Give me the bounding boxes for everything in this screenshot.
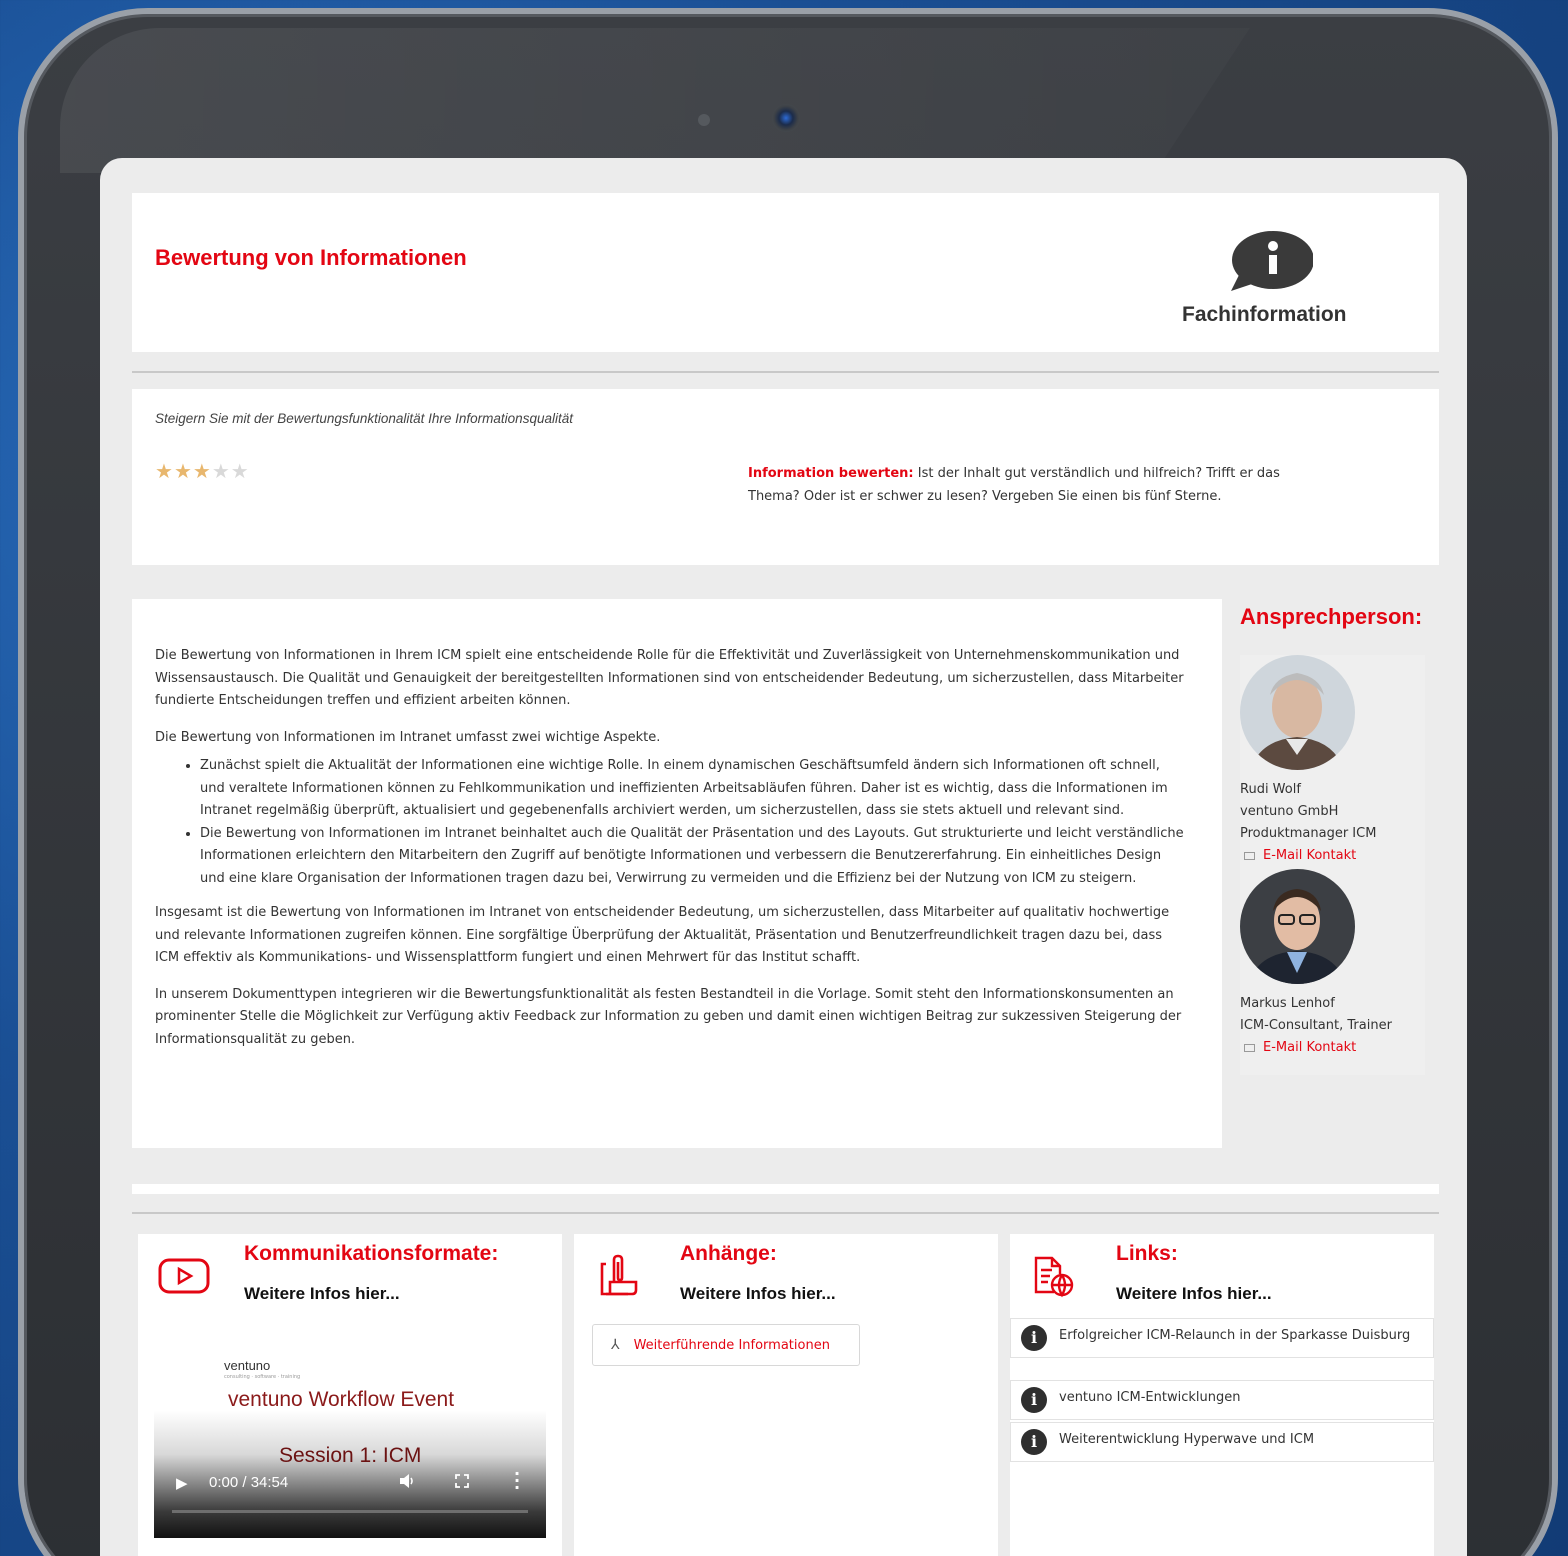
email-contact-link[interactable]: E-Mail Kontakt	[1244, 1037, 1356, 1059]
info-icon: i	[1021, 1387, 1047, 1413]
star-1[interactable]: ★	[155, 459, 174, 483]
star-rating[interactable]: ★★★★★	[155, 459, 250, 483]
star-5[interactable]: ★	[231, 459, 250, 483]
video-play-icon	[158, 1258, 210, 1298]
contact-name: Rudi Wolf	[1240, 782, 1301, 797]
article-panel: Die Bewertung von Informationen in Ihrem…	[132, 599, 1222, 1148]
info-icon: i	[1021, 1429, 1047, 1455]
fullscreen-icon[interactable]	[454, 1473, 470, 1493]
mail-icon	[1244, 1044, 1255, 1052]
video-time: 0:00 / 34:54	[209, 1474, 289, 1491]
article-paragraph: Die Bewertung von Informationen im Intra…	[155, 729, 661, 745]
attachments-panel: Anhänge: Weitere Infos hier... ⅄ Weiterf…	[574, 1234, 998, 1556]
header-panel: Bewertung von Informationen Fachinformat…	[132, 193, 1439, 352]
screen: Bewertung von Informationen Fachinformat…	[100, 158, 1467, 1556]
email-contact-label: E-Mail Kontakt	[1263, 848, 1357, 863]
avatar-rudi-wolf	[1240, 655, 1355, 770]
video-brand-tagline: consulting · software · training	[224, 1374, 301, 1380]
list-item: Die Bewertung von Informationen im Intra…	[200, 823, 1185, 891]
article-paragraph: In unserem Dokumenttypen integrieren wir…	[155, 986, 1182, 1047]
link-item[interactable]: i Weiterentwicklung Hyperwave und ICM	[1010, 1422, 1434, 1462]
article-body: Die Bewertung von Informationen in Ihrem…	[155, 645, 1185, 1051]
rating-prompt-label: Information bewerten:	[748, 466, 914, 481]
star-4[interactable]: ★	[212, 459, 231, 483]
attachments-title: Anhänge:	[680, 1242, 777, 1265]
separator-band	[132, 1184, 1439, 1194]
rating-prompt: Information bewerten: Ist der Inhalt gut…	[748, 463, 1308, 508]
links-subtitle[interactable]: Weitere Infos hier...	[1116, 1284, 1272, 1304]
page-title: Bewertung von Informationen	[155, 245, 467, 270]
rating-panel: Steigern Sie mit der Bewertungsfunktiona…	[132, 389, 1439, 565]
video-session: Session 1: ICM	[279, 1444, 422, 1467]
contact-role: ICM-Consultant, Trainer	[1240, 1018, 1392, 1033]
info-speech-bubble-icon	[1229, 231, 1314, 297]
link-item[interactable]: i Erfolgreicher ICM-Relaunch in der Spar…	[1010, 1318, 1434, 1358]
links-panel: Links: Weitere Infos hier... i Erfolgrei…	[1010, 1234, 1434, 1556]
formats-title: Kommunikationsformate:	[244, 1242, 499, 1265]
contact-company: ventuno GmbH	[1240, 804, 1339, 819]
contact-name: Markus Lenhof	[1240, 996, 1335, 1011]
article-paragraph: Die Bewertung von Informationen in Ihrem…	[155, 648, 1184, 708]
star-3[interactable]: ★	[193, 459, 212, 483]
attachment-link[interactable]: ⅄ Weiterführende Informationen	[592, 1324, 860, 1366]
email-contact-label: E-Mail Kontakt	[1263, 1040, 1357, 1055]
link-label: ventuno ICM-Entwicklungen	[1059, 1390, 1241, 1405]
video-brand: ventuno	[224, 1358, 271, 1373]
more-options-icon[interactable]: · · ·	[514, 1466, 520, 1496]
tablet-sensor	[698, 114, 710, 126]
link-label: Erfolgreicher ICM-Relaunch in der Sparka…	[1059, 1328, 1411, 1343]
divider	[132, 371, 1439, 373]
contacts-panel: Rudi Wolf ventuno GmbH Produktmanager IC…	[1240, 655, 1425, 1075]
attachment-clip-icon	[598, 1254, 640, 1302]
avatar-markus-lenhof	[1240, 869, 1355, 984]
contacts-heading: Ansprechperson:	[1240, 604, 1423, 629]
document-globe-icon	[1032, 1254, 1076, 1302]
formats-subtitle[interactable]: Weitere Infos hier...	[244, 1284, 400, 1304]
contact-role: Produktmanager ICM	[1240, 826, 1377, 841]
email-contact-link[interactable]: E-Mail Kontakt	[1244, 845, 1356, 867]
links-title: Links:	[1116, 1242, 1178, 1265]
video-progress-track[interactable]	[172, 1510, 528, 1513]
badge-label: Fachinformation	[1182, 303, 1347, 326]
info-icon: i	[1021, 1325, 1047, 1351]
video-player[interactable]: ventuno consulting · software · training…	[154, 1318, 546, 1538]
attachments-subtitle[interactable]: Weitere Infos hier...	[680, 1284, 836, 1304]
link-label: Weiterentwicklung Hyperwave und ICM	[1059, 1432, 1315, 1447]
article-bullet-list: Zunächst spielt die Aktualität der Infor…	[200, 755, 1185, 890]
divider	[132, 1212, 1439, 1214]
video-event-title: ventuno Workflow Event	[228, 1388, 455, 1411]
formats-panel: Kommunikationsformate: Weitere Infos hie…	[138, 1234, 562, 1556]
volume-icon[interactable]	[398, 1472, 416, 1494]
attachment-label: Weiterführende Informationen	[633, 1337, 830, 1353]
article-paragraph: Insgesamt ist die Bewertung von Informat…	[155, 905, 1170, 965]
tablet-gloss	[60, 28, 1250, 173]
rating-subtitle: Steigern Sie mit der Bewertungsfunktiona…	[155, 411, 573, 426]
pdf-icon: ⅄	[611, 1337, 620, 1353]
mail-icon	[1244, 852, 1255, 860]
star-2[interactable]: ★	[174, 459, 193, 483]
list-item: Zunächst spielt die Aktualität der Infor…	[200, 755, 1185, 823]
link-item[interactable]: i ventuno ICM-Entwicklungen	[1010, 1380, 1434, 1420]
play-icon[interactable]: ▶	[176, 1474, 188, 1492]
tablet-camera	[772, 104, 800, 132]
